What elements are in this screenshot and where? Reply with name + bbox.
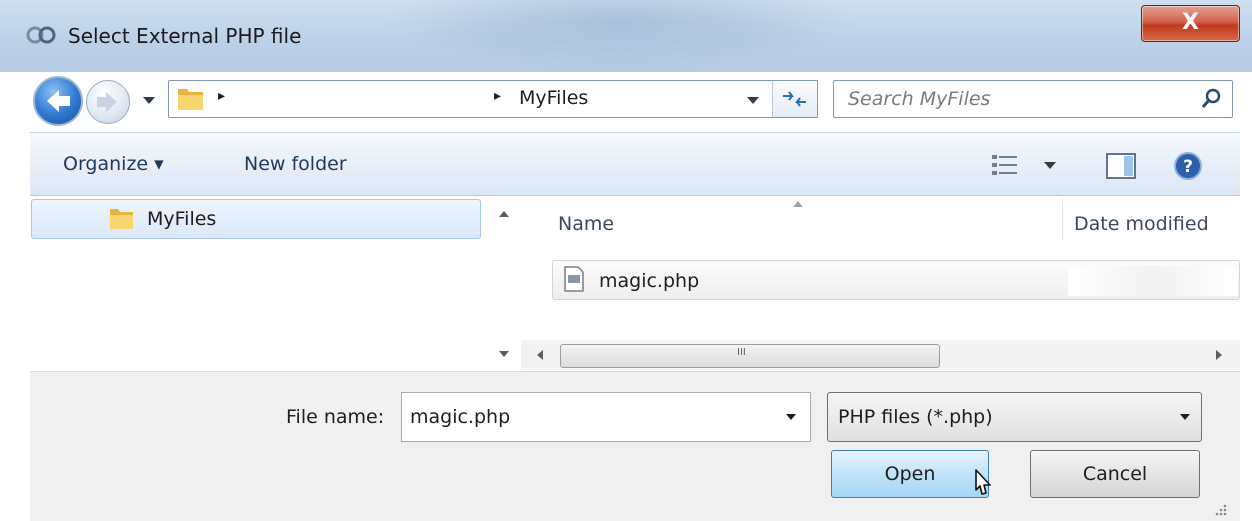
history-dropdown-button[interactable] — [140, 92, 158, 108]
open-button[interactable]: Open — [831, 450, 989, 498]
redacted-date — [1068, 266, 1238, 296]
breadcrumb-current[interactable]: MyFiles — [519, 87, 588, 109]
column-header-date-modified[interactable]: Date modified — [1074, 213, 1209, 235]
preview-pane-icon — [1106, 153, 1136, 179]
column-divider[interactable] — [1062, 199, 1063, 241]
forward-button[interactable] — [86, 80, 130, 124]
path-separator[interactable]: ▸ — [218, 88, 225, 104]
refresh-button[interactable] — [772, 80, 818, 118]
search-icon[interactable] — [1200, 87, 1224, 111]
sort-ascending-icon — [791, 199, 805, 209]
folder-icon — [176, 85, 206, 113]
help-icon: ? — [1174, 152, 1202, 180]
file-name-dropdown-button[interactable] — [783, 410, 799, 424]
redacted-path-segment — [248, 84, 484, 114]
preview-pane-button[interactable] — [1105, 152, 1137, 180]
new-folder-button[interactable]: New folder — [244, 153, 347, 175]
scroll-left-icon[interactable] — [535, 348, 545, 362]
nav-item-label: MyFiles — [147, 208, 217, 230]
forward-arrow-icon — [97, 92, 117, 112]
background-blur — [380, 0, 860, 70]
chevron-down-icon — [747, 97, 759, 104]
column-header-name[interactable]: Name — [558, 213, 614, 235]
chevron-down-icon — [143, 97, 155, 104]
svg-text:?: ? — [1183, 157, 1193, 177]
search-placeholder: Search MyFiles — [848, 88, 991, 110]
file-type-value: PHP files (*.php) — [838, 406, 993, 428]
list-view-icon — [992, 155, 1056, 175]
nav-item-myfiles[interactable] — [31, 199, 481, 239]
window-title: Select External PHP file — [68, 24, 302, 48]
help-button[interactable]: ? — [1173, 151, 1203, 181]
address-dropdown-button[interactable] — [744, 92, 762, 108]
scroll-up-icon[interactable] — [497, 208, 511, 220]
folder-icon — [108, 206, 136, 232]
cancel-button[interactable]: Cancel — [1030, 450, 1200, 498]
scrollbar-thumb[interactable] — [560, 344, 940, 368]
chevron-down-icon — [786, 414, 796, 420]
file-name: magic.php — [599, 270, 700, 292]
mouse-cursor-icon — [968, 460, 1002, 506]
php-file-icon — [563, 266, 585, 292]
back-button[interactable] — [33, 76, 83, 126]
path-separator[interactable]: ▸ — [494, 88, 501, 104]
scroll-right-icon[interactable] — [1214, 348, 1224, 362]
file-name-value[interactable]: magic.php — [410, 406, 510, 428]
scrollbar-grip: III — [737, 347, 746, 358]
resize-grip-icon[interactable] — [1212, 501, 1228, 517]
back-arrow-icon — [47, 90, 70, 112]
scroll-down-icon[interactable] — [497, 348, 511, 360]
file-name-label: File name: — [286, 406, 385, 428]
organize-button[interactable]: Organize ▾ — [63, 153, 164, 175]
file-type-dropdown-icon[interactable] — [1177, 410, 1193, 424]
nav-scrollbar[interactable] — [486, 197, 520, 370]
view-options-button[interactable] — [990, 152, 1062, 178]
close-button[interactable]: X — [1141, 5, 1240, 42]
refresh-icon — [783, 91, 806, 107]
app-icon — [25, 24, 63, 46]
